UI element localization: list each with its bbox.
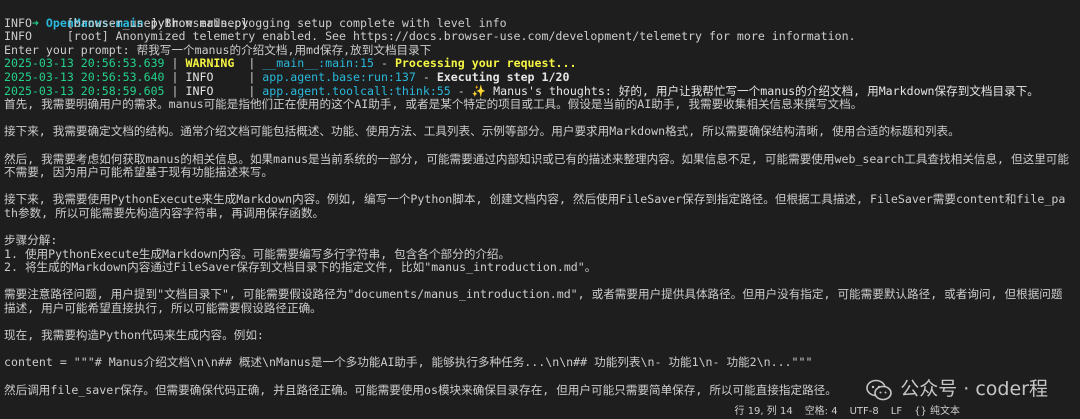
agent-thoughts: 首先, 我需要明确用户的需求。manus可能是指他们正在使用的这个AI助手, 或… (4, 98, 1080, 397)
log-line: 2025-03-13 20:58:59.605 | INFO | app.age… (4, 83, 1080, 99)
log-level: WARNING (185, 56, 242, 71)
log-separator: | (241, 69, 263, 84)
log-separator: | (164, 69, 186, 84)
log-lines: 2025-03-13 20:56:53.639 | WARNING | __ma… (4, 57, 1080, 98)
log-message: Executing step 1/20 (436, 69, 570, 84)
log-message: ✨ Manus's thoughts: 好的, 用户让我帮忙写一个manus的介… (471, 83, 1039, 98)
thought-paragraph: 接下来, 我需要确定文档的结构。通常介绍文档可能包括概述、功能、使用方法、工具列… (4, 124, 960, 139)
thought-paragraph: 步骤分解: (4, 233, 58, 248)
log-module: app.agent.base:run:137 (262, 69, 416, 84)
log-line: 2025-03-13 20:56:53.640 | INFO | app.age… (4, 69, 1080, 85)
log-separator: | (164, 83, 186, 98)
user-prompt-line: Enter your prompt: 帮我写一个manus的介绍文档,用md保存… (4, 42, 432, 57)
status-encoding[interactable]: UTF-8 (850, 405, 879, 419)
status-eol[interactable]: LF (891, 405, 902, 419)
info-line: INFO [browser_use] BrowserUse logging se… (4, 15, 507, 30)
command-prompt-line: ➜ OpenManus-main python main.py (4, 3, 1080, 30)
log-timestamp: 2025-03-13 20:56:53.639 (4, 56, 165, 71)
status-language[interactable]: {} 纯文本 (914, 405, 960, 419)
log-dash: - (415, 69, 437, 84)
status-line-col[interactable]: 行 19, 列 14 (735, 405, 793, 419)
log-level: INFO (185, 69, 242, 84)
log-level: INFO (185, 83, 242, 98)
thought-paragraph: 1. 使用PythonExecute生成Markdown内容。可能需要编写多行字… (4, 246, 511, 261)
thought-paragraph: 2. 将生成的Markdown内容通过FileSaver保存到文档目录下的指定文… (4, 260, 597, 275)
watermark: 公众号 · coder程 (866, 379, 1048, 401)
log-separator: | (241, 83, 263, 98)
log-timestamp: 2025-03-13 20:56:53.640 (4, 69, 165, 84)
watermark-text: 公众号 · coder程 (900, 378, 1048, 401)
terminal-output[interactable]: ➜ OpenManus-main python main.py INFO [br… (0, 0, 1080, 419)
log-separator: | (241, 56, 263, 71)
status-bar: 行 19, 列 14 空格: 4 UTF-8 LF {} 纯文本 (0, 405, 1080, 419)
thought-paragraph: content = """# Manus介绍文档\n\n## 概述\nManus… (4, 355, 813, 370)
wechat-icon (866, 379, 893, 401)
log-dash: - (373, 56, 395, 71)
thought-paragraph: 需要注意路径问题, 用户提到"文档目录下", 可能需要假设路径为"documen… (4, 287, 1063, 316)
log-line: 2025-03-13 20:56:53.639 | WARNING | __ma… (4, 57, 1080, 71)
status-spaces[interactable]: 空格: 4 (805, 405, 838, 419)
thought-paragraph: 然后, 我需要考虑如何获取manus的相关信息。如果manus是当前系统的一部分… (4, 151, 1069, 180)
log-timestamp: 2025-03-13 20:58:59.605 (4, 83, 165, 98)
thought-paragraph: 接下来, 我需要使用PythonExecute来生成Markdown内容。例如,… (4, 192, 1066, 220)
log-dash: - (450, 83, 472, 98)
log-module: __main__:main:15 (262, 56, 374, 71)
thought-paragraph: 现在, 我需要构造Python代码来生成内容。例如: (4, 328, 264, 343)
thought-paragraph: 首先, 我需要明确用户的需求。manus可能是指他们正在使用的这个AI助手, 或… (4, 97, 863, 112)
log-separator: | (164, 56, 186, 71)
info-line: INFO [root] Anonymized telemetry enabled… (4, 29, 856, 44)
log-module: app.agent.toolcall:think:55 (262, 83, 451, 98)
log-message: Processing your request... (394, 56, 577, 71)
